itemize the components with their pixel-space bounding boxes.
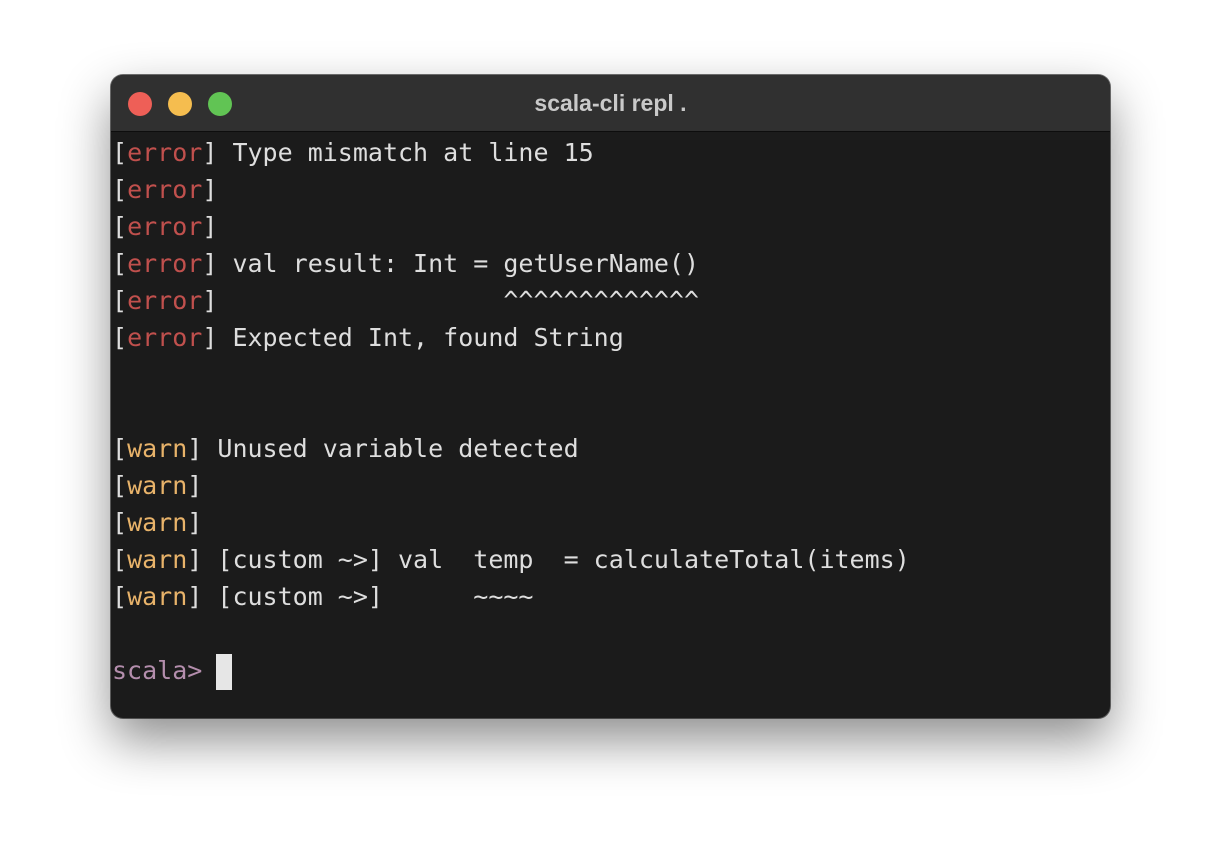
line-text: Unused variable detected xyxy=(202,434,579,463)
line-text: val result: Int = getUserName() xyxy=(217,249,700,278)
terminal-line-warn: [warn] [custom ~>] val temp = calculateT… xyxy=(112,545,910,574)
terminal-line-error: [error] Type mismatch at line 15 xyxy=(112,138,594,167)
terminal-line-warn: [warn] Unused variable detected xyxy=(112,434,579,463)
error-tag: error xyxy=(127,323,203,352)
title-bar: scala-cli repl . xyxy=(111,75,1110,132)
error-tag: error xyxy=(127,138,203,167)
repl-prompt-line[interactable]: scala> xyxy=(112,652,233,690)
terminal-line-warn: [warn] xyxy=(112,508,203,537)
line-text: ^^^^^^^^^^^^^ xyxy=(217,286,700,315)
terminal-line-warn: [warn] xyxy=(112,471,203,500)
line-text: [custom ~>] ~~~~ xyxy=(202,582,534,611)
terminal-line-error: [error] xyxy=(112,212,218,241)
warn-tag: warn xyxy=(127,582,188,611)
warn-tag: warn xyxy=(127,434,188,463)
terminal-window: scala-cli repl . [error] Type mismatch a… xyxy=(111,75,1110,718)
warn-tag: warn xyxy=(127,508,188,537)
warn-tag: warn xyxy=(127,471,188,500)
window-title: scala-cli repl . xyxy=(534,90,687,116)
terminal-line-error: [error] xyxy=(112,175,218,204)
error-tag: error xyxy=(127,175,203,204)
text-cursor xyxy=(216,654,233,690)
warn-tag: warn xyxy=(127,545,188,574)
terminal-output[interactable]: [error] Type mismatch at line 15 [error]… xyxy=(111,132,1110,718)
terminal-line-warn: [warn] [custom ~>] ~~~~ xyxy=(112,582,534,611)
line-text: Expected Int, found String xyxy=(217,323,624,352)
error-tag: error xyxy=(127,249,203,278)
error-tag: error xyxy=(127,286,203,315)
repl-prompt: scala> xyxy=(112,656,203,685)
terminal-line-error: [error] Expected Int, found String xyxy=(112,323,624,352)
line-text: [custom ~>] val temp = calculateTotal(it… xyxy=(202,545,910,574)
line-text: Type mismatch at line 15 xyxy=(217,138,594,167)
terminal-line-error: [error] val result: Int = getUserName() xyxy=(112,249,700,278)
terminal-line-error: [error] ^^^^^^^^^^^^^ xyxy=(112,286,700,315)
error-tag: error xyxy=(127,212,203,241)
